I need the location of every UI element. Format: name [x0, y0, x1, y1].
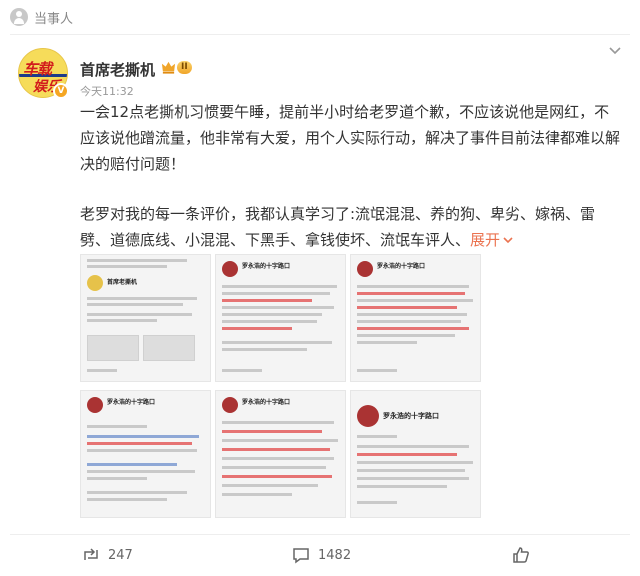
chevron-down-icon: [503, 237, 513, 244]
post-text: 一会12点老撕机习惯要午睡，提前半小时给老罗道个歉，不应该说他是网红，不应该说他…: [80, 103, 621, 173]
image-author: 罗永浩的十字路口: [242, 263, 291, 270]
verified-badge: V: [53, 83, 69, 99]
post-image[interactable]: 罗永浩的十字路口: [80, 390, 211, 518]
image-author: 首席老撕机: [107, 279, 138, 286]
post-image[interactable]: 首席老撕机: [80, 254, 211, 382]
thumbs-up-icon: [513, 547, 529, 563]
chevron-down-icon: [609, 47, 621, 55]
repost-icon: [84, 548, 98, 560]
topbar-label: 当事人: [34, 11, 74, 27]
divider: [10, 534, 630, 535]
image-author: 罗永浩的十字路口: [383, 412, 439, 420]
image-author: 罗永浩的十字路口: [242, 399, 291, 406]
comment-count: 1482: [318, 548, 352, 563]
post-image[interactable]: 罗永浩的十字路口: [215, 390, 346, 518]
image-author: 罗永浩的十字路口: [377, 263, 426, 270]
comment-icon: [293, 548, 309, 564]
author-name[interactable]: 首席老撕机: [80, 59, 155, 80]
post-text-2: 老罗对我的每一条评价，我都认真学习了:流氓混混、养的狗、卑劣、嫁祸、雷劈、道德底…: [80, 201, 620, 253]
image-author: 罗永浩的十字路口: [107, 399, 156, 406]
more-options-button[interactable]: [608, 44, 622, 60]
level-badge: II: [177, 61, 192, 74]
repost-count: 247: [108, 548, 133, 563]
expand-link[interactable]: 展开: [470, 231, 514, 249]
post-image[interactable]: 罗永浩的十字路口: [215, 254, 346, 382]
post-time: 今天11:32: [80, 85, 134, 98]
post-text-body: 老罗对我的每一条评价，我都认真学习了:流氓混混、养的狗、卑劣、嫁祸、雷劈、道德底…: [80, 205, 596, 249]
topbar: 当事人: [0, 0, 640, 34]
expand-label: 展开: [470, 231, 501, 249]
divider: [10, 34, 630, 35]
post-image[interactable]: 罗永浩的十字路口: [350, 254, 481, 382]
person-icon: [10, 8, 28, 26]
image-grid: 首席老撕机 罗永浩的十字路口 罗永浩的十字路口 罗永浩的十字路口 罗永浩的十字路…: [80, 254, 578, 520]
post-image[interactable]: 罗永浩的十字路口: [350, 390, 481, 518]
crown-icon: [161, 61, 176, 74]
